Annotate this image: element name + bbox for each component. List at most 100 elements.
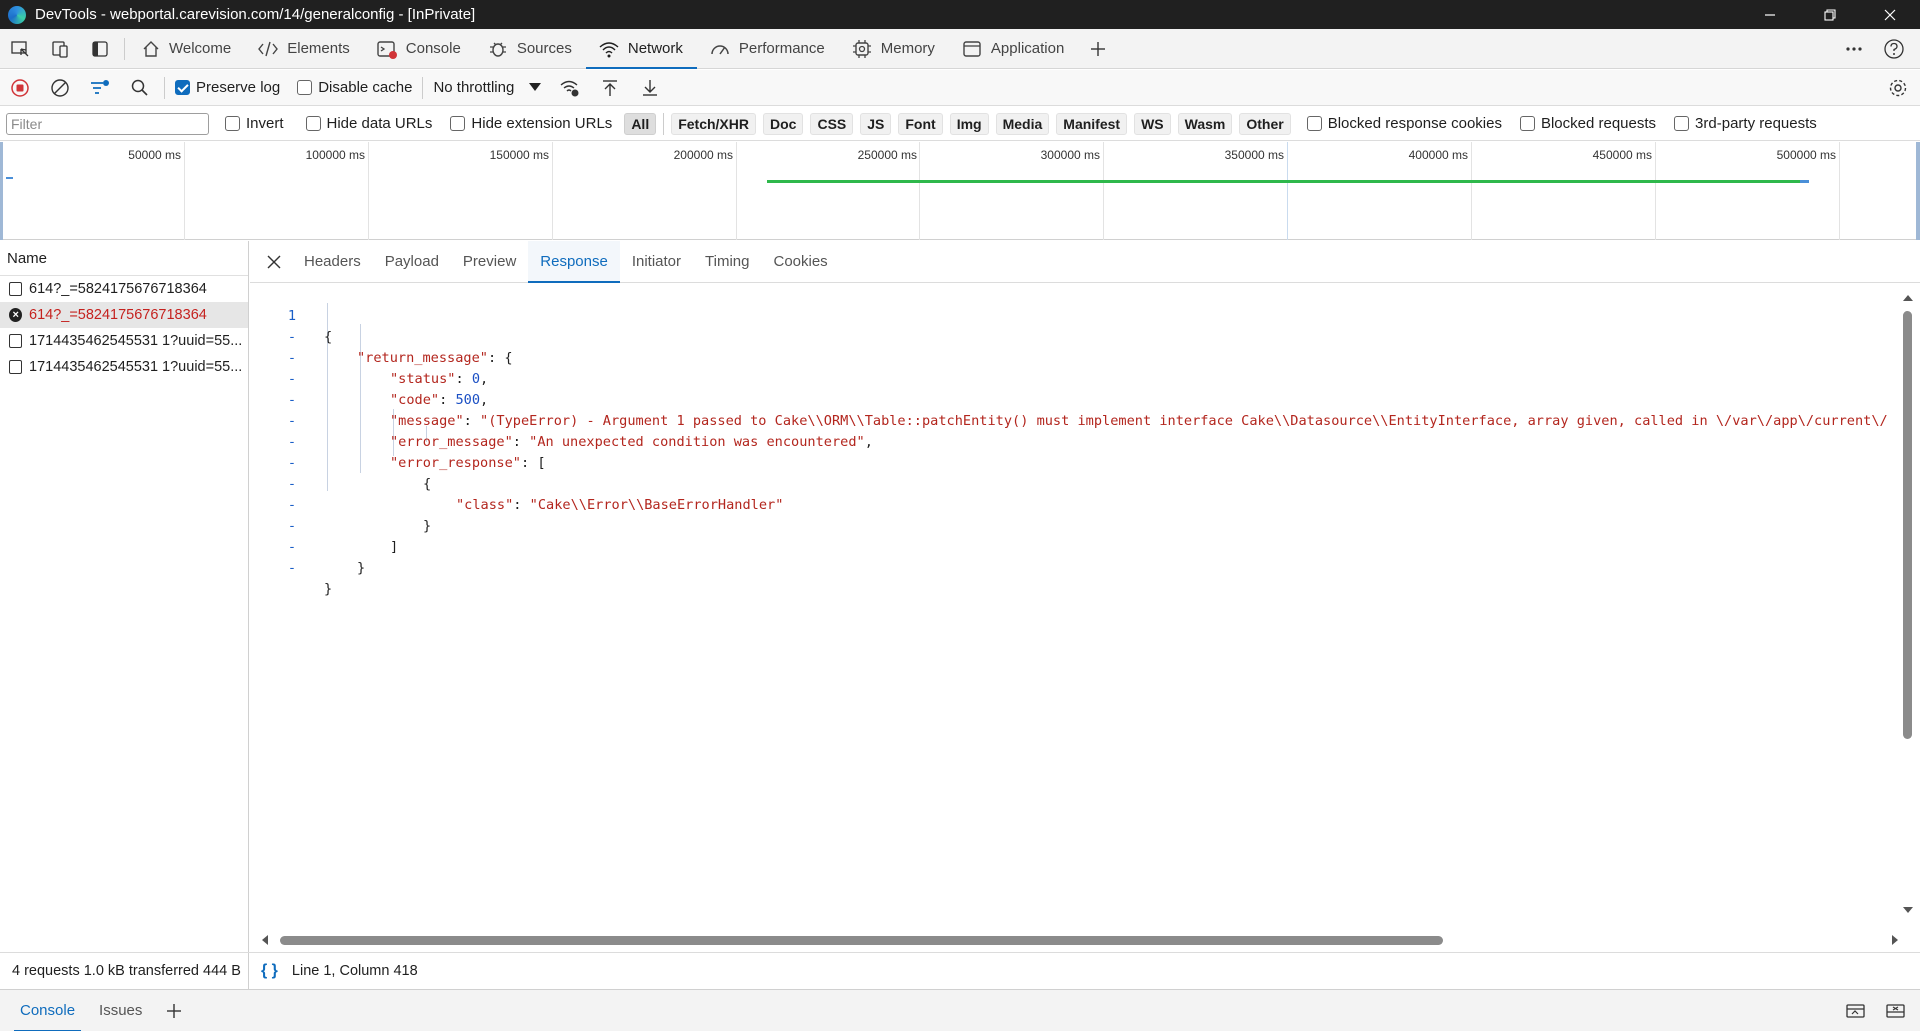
tab-sources[interactable]: Sources xyxy=(475,29,586,69)
invert-checkbox[interactable]: Invert xyxy=(225,115,284,132)
third-party-requests-checkbox[interactable]: 3rd-party requests xyxy=(1674,115,1817,132)
json-string: "An unexpected condition was encountered… xyxy=(529,434,865,450)
checkbox-box xyxy=(297,80,313,95)
tab-network[interactable]: Network xyxy=(585,29,697,69)
blocked-response-cookies-checkbox[interactable]: Blocked response cookies xyxy=(1306,115,1502,132)
request-name: 614?_=5824175676718364 xyxy=(29,307,207,323)
type-filter-other[interactable]: Other xyxy=(1239,112,1291,135)
drawer-tab-console[interactable]: Console xyxy=(8,990,87,1031)
code-line: - "error_response": [ xyxy=(250,411,546,471)
close-drawer-icon[interactable] xyxy=(1876,991,1916,1031)
tab-cookies[interactable]: Cookies xyxy=(761,241,839,283)
tab-console[interactable]: Console xyxy=(364,29,475,69)
code-text: "message": "(TypeError) - Argument 1 pas… xyxy=(390,413,1888,429)
tab-response[interactable]: Response xyxy=(528,240,620,283)
stop-recording-icon[interactable] xyxy=(0,68,40,108)
json-number: 500 xyxy=(455,392,481,408)
network-settings-gear-icon[interactable] xyxy=(1878,68,1918,108)
tab-payload[interactable]: Payload xyxy=(373,241,451,283)
type-filter-doc[interactable]: Doc xyxy=(763,112,804,135)
preserve-log-checkbox[interactable]: Preserve log xyxy=(175,79,280,96)
chip-icon xyxy=(851,39,873,59)
network-conditions-icon[interactable] xyxy=(550,68,590,108)
type-filter-manifest[interactable]: Manifest xyxy=(1056,112,1128,135)
dock-side-icon[interactable] xyxy=(80,29,120,69)
add-tab-icon[interactable] xyxy=(1078,29,1118,69)
scroll-up-icon[interactable] xyxy=(1902,293,1914,303)
timeline-tick-label: 100000 ms xyxy=(305,148,365,162)
type-filter-ws[interactable]: WS xyxy=(1134,112,1171,135)
tab-timing[interactable]: Timing xyxy=(693,241,761,283)
throttling-value: No throttling xyxy=(433,79,515,96)
horizontal-scrollbar[interactable] xyxy=(260,933,1900,947)
add-drawer-tab-icon[interactable] xyxy=(154,991,194,1031)
more-options-icon[interactable] xyxy=(1834,29,1874,69)
blocked-requests-checkbox[interactable]: Blocked requests xyxy=(1519,115,1656,132)
error-icon xyxy=(9,308,22,322)
tab-performance[interactable]: Performance xyxy=(697,29,839,69)
type-filter-font[interactable]: Font xyxy=(898,112,943,135)
search-icon[interactable] xyxy=(120,68,160,108)
minimize-button[interactable] xyxy=(1740,0,1800,29)
timeline-gridline xyxy=(1287,142,1288,240)
tab-memory[interactable]: Memory xyxy=(839,29,949,69)
close-icon[interactable] xyxy=(256,241,292,283)
response-code-viewer[interactable]: 1 { - "return_message": { - "status": 0,… xyxy=(250,285,1900,925)
request-row[interactable]: 614?_=5824175676718364 xyxy=(0,276,248,302)
type-filter-wasm[interactable]: Wasm xyxy=(1177,112,1233,135)
scroll-down-icon[interactable] xyxy=(1902,905,1914,915)
type-filter-img[interactable]: Img xyxy=(949,112,989,135)
type-filter-js[interactable]: JS xyxy=(860,112,892,135)
pretty-print-button[interactable]: { } xyxy=(261,962,278,980)
vertical-scrollbar[interactable] xyxy=(1902,293,1914,915)
json-key: "error_response" xyxy=(390,455,521,471)
scroll-right-icon[interactable] xyxy=(1890,933,1900,947)
scroll-left-icon[interactable] xyxy=(260,933,270,947)
timeline-right-handle[interactable] xyxy=(1916,142,1920,240)
inspect-element-icon[interactable] xyxy=(0,29,40,69)
type-filter-fetch-xhr[interactable]: Fetch/XHR xyxy=(671,112,756,135)
checkbox-box xyxy=(450,116,466,131)
tab-preview[interactable]: Preview xyxy=(451,241,528,283)
type-filter-css[interactable]: CSS xyxy=(810,112,854,135)
disable-cache-checkbox[interactable]: Disable cache xyxy=(297,79,412,96)
export-har-icon[interactable] xyxy=(630,68,670,108)
window-controls xyxy=(1740,0,1920,29)
close-window-button[interactable] xyxy=(1860,0,1920,29)
filter-input[interactable] xyxy=(6,112,209,135)
type-filter-media[interactable]: Media xyxy=(995,112,1050,135)
network-overview-timeline[interactable]: 50000 ms 100000 ms 150000 ms 200000 ms 2… xyxy=(0,142,1920,240)
gauge-icon xyxy=(709,39,731,59)
device-emulation-icon[interactable] xyxy=(40,29,80,69)
timeline-left-handle[interactable] xyxy=(0,142,3,240)
hide-data-urls-checkbox[interactable]: Hide data URLs xyxy=(305,115,432,132)
json-key: "status" xyxy=(390,371,456,387)
move-to-top-icon[interactable] xyxy=(1836,991,1876,1031)
timeline-gridline xyxy=(1471,142,1472,240)
tab-initiator[interactable]: Initiator xyxy=(620,241,693,283)
code-icon xyxy=(257,39,279,59)
disable-cache-label: Disable cache xyxy=(318,79,413,96)
restore-button[interactable] xyxy=(1800,0,1860,29)
tab-elements[interactable]: Elements xyxy=(245,29,364,69)
filter-icon[interactable] xyxy=(80,68,120,108)
indent-guide xyxy=(360,324,361,473)
help-icon[interactable] xyxy=(1874,29,1914,69)
tab-application[interactable]: Application xyxy=(949,29,1078,69)
tab-headers[interactable]: Headers xyxy=(292,241,373,283)
code-text: "code": 500, xyxy=(390,392,489,408)
name-column-header[interactable]: Name xyxy=(0,241,248,276)
type-filter-all[interactable]: All xyxy=(624,112,657,135)
scrollbar-thumb[interactable] xyxy=(1903,311,1912,739)
scrollbar-thumb[interactable] xyxy=(280,936,1443,945)
drawer-tab-issues[interactable]: Issues xyxy=(87,990,154,1031)
request-row[interactable]: 1714435462545531 1?uuid=55... xyxy=(0,354,248,380)
tab-welcome[interactable]: Welcome xyxy=(129,29,245,69)
request-row[interactable]: 1714435462545531 1?uuid=55... xyxy=(0,328,248,354)
hide-extension-urls-checkbox[interactable]: Hide extension URLs xyxy=(450,115,612,132)
throttling-select[interactable]: No throttling xyxy=(433,79,542,96)
request-row-selected[interactable]: 614?_=5824175676718364 xyxy=(0,302,248,328)
bug-icon xyxy=(487,39,509,59)
import-har-icon[interactable] xyxy=(590,68,630,108)
clear-icon[interactable] xyxy=(40,68,80,108)
